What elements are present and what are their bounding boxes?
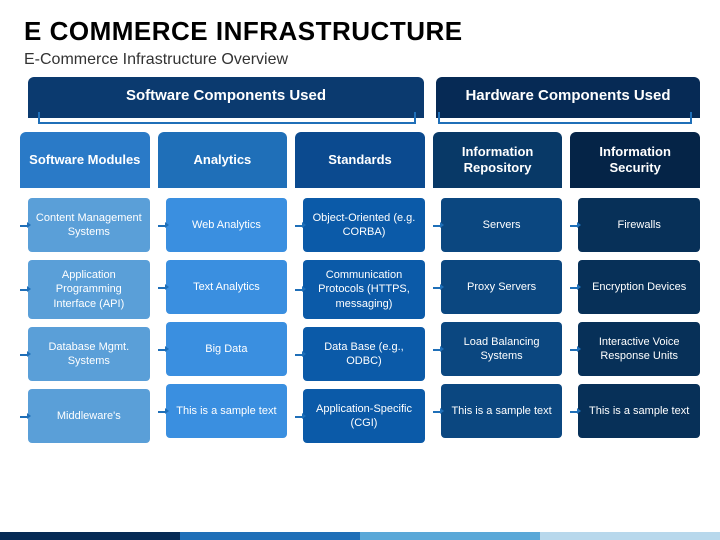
- cell-wrap: Data Base (e.g., ODBC): [303, 327, 425, 381]
- cell-wrap: Interactive Voice Response Units: [578, 322, 700, 376]
- cell: This is a sample text: [578, 384, 700, 438]
- footer-segment: [0, 532, 180, 540]
- cell: Database Mgmt. Systems: [28, 327, 150, 381]
- column-analytics: Analytics Web Analytics Text Analytics B…: [158, 132, 288, 443]
- cell-wrap: Encryption Devices: [578, 260, 700, 314]
- cell: Firewalls: [578, 198, 700, 252]
- column-header: Information Security: [570, 132, 700, 188]
- cell: This is a sample text: [441, 384, 563, 438]
- cell-wrap: Firewalls: [578, 198, 700, 252]
- bracket-software: [38, 112, 416, 124]
- bracket-hardware: [438, 112, 692, 124]
- column-header: Standards: [295, 132, 425, 188]
- cell-wrap: Servers: [441, 198, 563, 252]
- cell: Load Balancing Systems: [441, 322, 563, 376]
- column-information-security: Information Security Firewalls Encryptio…: [570, 132, 700, 443]
- cell: Interactive Voice Response Units: [578, 322, 700, 376]
- footer-segment: [360, 532, 540, 540]
- page-title: E COMMERCE INFRASTRUCTURE: [0, 0, 720, 51]
- cells: Object-Oriented (e.g. CORBA) Communicati…: [295, 198, 425, 443]
- cell: Object-Oriented (e.g. CORBA): [303, 198, 425, 252]
- column-information-repository: Information Repository Servers Proxy Ser…: [433, 132, 563, 443]
- cell-wrap: Big Data: [166, 322, 288, 376]
- column-header: Analytics: [158, 132, 288, 188]
- cell-wrap: Web Analytics: [166, 198, 288, 252]
- cells: Content Management Systems Application P…: [20, 198, 150, 443]
- cell-wrap: Proxy Servers: [441, 260, 563, 314]
- cell-wrap: Database Mgmt. Systems: [28, 327, 150, 381]
- cell: Servers: [441, 198, 563, 252]
- cell: Application-Specific (CGI): [303, 389, 425, 443]
- cell-wrap: This is a sample text: [166, 384, 288, 438]
- cell: Web Analytics: [166, 198, 288, 252]
- column-standards: Standards Object-Oriented (e.g. CORBA) C…: [295, 132, 425, 443]
- column-header: Information Repository: [433, 132, 563, 188]
- cell: This is a sample text: [166, 384, 288, 438]
- column-header: Software Modules: [20, 132, 150, 188]
- cell-wrap: Middleware's: [28, 389, 150, 443]
- cell: Content Management Systems: [28, 198, 150, 252]
- cell: Middleware's: [28, 389, 150, 443]
- footer-segment: [540, 532, 720, 540]
- footer-accent-bar: [0, 532, 720, 540]
- cells: Servers Proxy Servers Load Balancing Sys…: [433, 198, 563, 438]
- cell: Encryption Devices: [578, 260, 700, 314]
- cells: Firewalls Encryption Devices Interactive…: [570, 198, 700, 438]
- cell-wrap: Object-Oriented (e.g. CORBA): [303, 198, 425, 252]
- footer-segment: [180, 532, 360, 540]
- cell: Proxy Servers: [441, 260, 563, 314]
- cell-wrap: Communication Protocols (HTTPS, messagin…: [303, 260, 425, 319]
- column-software-modules: Software Modules Content Management Syst…: [20, 132, 150, 443]
- cell-wrap: Content Management Systems: [28, 198, 150, 252]
- cell-wrap: This is a sample text: [441, 384, 563, 438]
- cell: Text Analytics: [166, 260, 288, 314]
- bracket-row: [20, 112, 700, 126]
- diagram-content: Software Components Used Hardware Compon…: [0, 69, 720, 443]
- cell-wrap: Application-Specific (CGI): [303, 389, 425, 443]
- cell: Communication Protocols (HTTPS, messagin…: [303, 260, 425, 319]
- cell-wrap: Load Balancing Systems: [441, 322, 563, 376]
- page-subtitle: E-Commerce Infrastructure Overview: [0, 51, 720, 69]
- cell: Application Programming Interface (API): [28, 260, 150, 319]
- cell-wrap: This is a sample text: [578, 384, 700, 438]
- columns-row: Software Modules Content Management Syst…: [20, 132, 700, 443]
- cell: Data Base (e.g., ODBC): [303, 327, 425, 381]
- cells: Web Analytics Text Analytics Big Data Th…: [158, 198, 288, 438]
- cell-wrap: Text Analytics: [166, 260, 288, 314]
- cell: Big Data: [166, 322, 288, 376]
- cell-wrap: Application Programming Interface (API): [28, 260, 150, 319]
